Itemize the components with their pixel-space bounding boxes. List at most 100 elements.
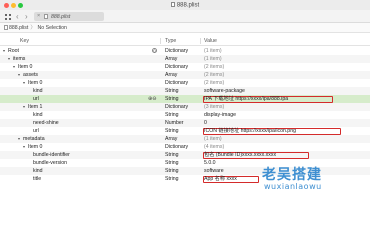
row-value[interactable]: software-package <box>204 87 245 95</box>
table-row[interactable]: ▾ Item 0 Dictionary (4 items) <box>0 143 370 151</box>
table-row[interactable]: ▾ Item 0 Dictionary (2 items) <box>0 63 370 71</box>
header-value[interactable]: Value <box>204 36 217 46</box>
row-value[interactable]: software <box>204 167 224 175</box>
breadcrumb: 888.plist 〉 No Selection <box>0 23 370 33</box>
grid-view-icon[interactable] <box>5 14 11 20</box>
title-bar: 888.plist <box>0 0 370 10</box>
row-value: (1 item) <box>204 48 222 54</box>
watermark: 老吴搭建 wuxianlaowu <box>262 164 360 194</box>
breadcrumb-file[interactable]: 888.plist <box>9 25 28 31</box>
disclosure-down-icon[interactable]: ▾ <box>3 47 5 55</box>
watermark-subtitle: wuxianlaowu <box>264 182 322 191</box>
row-key: items <box>13 56 26 62</box>
window-title: 888.plist <box>0 2 370 9</box>
plist-file-icon <box>4 25 8 30</box>
row-type[interactable]: String <box>165 127 179 135</box>
back-chevron-icon[interactable]: ‹ <box>16 12 19 21</box>
row-type[interactable]: Dictionary <box>165 143 188 151</box>
tab-label: 888.plist <box>51 14 71 20</box>
row-add-remove-icons[interactable]: ⊕⊖ <box>148 95 156 103</box>
row-type[interactable]: String <box>165 151 179 159</box>
tab-close-icon[interactable]: × <box>37 13 40 19</box>
row-type[interactable]: String <box>165 167 179 175</box>
row-type[interactable]: Dictionary <box>165 63 188 71</box>
row-type[interactable]: String <box>165 159 179 167</box>
table-row[interactable]: url String ICON 链接地址 https://xxxx/ipa/ic… <box>0 127 370 135</box>
row-key: url <box>33 128 39 134</box>
table-row[interactable]: kind String display-image <box>0 111 370 119</box>
row-value: (2 items) <box>204 64 225 70</box>
disclosure-down-icon[interactable]: ▾ <box>18 71 20 79</box>
row-key: Item 0 <box>28 144 43 150</box>
row-key: kind <box>33 88 43 94</box>
row-stepper-icon[interactable]: ◇ <box>152 48 157 53</box>
row-type[interactable]: Array <box>165 55 177 63</box>
row-type[interactable]: Dictionary <box>165 103 188 111</box>
breadcrumb-separator: 〉 <box>30 25 36 31</box>
forward-chevron-icon[interactable]: › <box>25 12 28 21</box>
disclosure-down-icon[interactable]: ▾ <box>18 135 20 143</box>
row-value[interactable]: 5.0.0 <box>204 159 216 167</box>
row-value[interactable]: 包名 (Bundle ID)xxxx.xxxx.xxxx <box>204 151 276 159</box>
row-key: bundle-version <box>33 160 68 166</box>
row-type[interactable]: Array <box>165 135 177 143</box>
row-key: title <box>33 176 42 182</box>
table-row[interactable]: ▾ items Array (1 item) <box>0 55 370 63</box>
remove-row-icon[interactable]: ⊖ <box>152 96 156 102</box>
row-key: Item 0 <box>18 64 33 70</box>
table-row[interactable]: ▾ Root ◇ Dictionary (1 item) <box>0 47 370 55</box>
breadcrumb-selection[interactable]: No Selection <box>38 25 67 31</box>
row-value: (2 items) <box>204 80 225 86</box>
row-type[interactable]: String <box>165 87 179 95</box>
row-type[interactable]: Array <box>165 71 177 79</box>
table-row[interactable]: kind String software-package <box>0 87 370 95</box>
row-key: Item 1 <box>28 104 43 110</box>
row-key: Item 0 <box>28 80 43 86</box>
column-divider[interactable] <box>200 38 201 44</box>
row-type[interactable]: String <box>165 111 179 119</box>
disclosure-down-icon[interactable]: ▾ <box>23 103 25 111</box>
table-row-selected[interactable]: url ⊕⊖ String IPA 下载地址 https://xxxx/ipa/… <box>0 95 370 103</box>
table-row[interactable]: ▾ metadata Array (1 item) <box>0 135 370 143</box>
row-key: kind <box>33 112 43 118</box>
table-row[interactable]: ▾ Item 0 Dictionary (2 items) <box>0 79 370 87</box>
row-key: bundle-identifier <box>33 152 70 158</box>
row-type[interactable]: Dictionary <box>165 47 188 55</box>
column-header: Key Type Value <box>0 36 370 46</box>
row-value: (1 item) <box>204 56 222 62</box>
table-row[interactable]: need-shine Number 0 <box>0 119 370 127</box>
tab-888-plist[interactable]: × 888.plist <box>34 12 104 21</box>
column-divider[interactable] <box>160 38 161 44</box>
row-type[interactable]: String <box>165 175 179 183</box>
row-type[interactable]: Dictionary <box>165 79 188 87</box>
row-value: (2 items) <box>204 72 225 78</box>
row-value[interactable]: ICON 链接地址 https://xxxx/ipa/icon.png <box>204 127 296 135</box>
row-key: kind <box>33 168 43 174</box>
table-row[interactable]: ▾ assets Array (2 items) <box>0 71 370 79</box>
disclosure-down-icon[interactable]: ▾ <box>13 63 15 71</box>
row-value: (1 item) <box>204 136 222 142</box>
row-type[interactable]: String <box>165 95 179 103</box>
table-row[interactable]: bundle-identifier String 包名 (Bundle ID)x… <box>0 151 370 159</box>
table-row[interactable]: ▾ Item 1 Dictionary (3 items) <box>0 103 370 111</box>
tab-bar: ‹ › × 888.plist <box>0 10 370 23</box>
row-value[interactable]: IPA 下载地址 https://xxxx/ipa/888.ipa <box>204 95 288 103</box>
watermark-title: 老吴搭建 <box>262 167 322 183</box>
row-value: (3 items) <box>204 104 225 110</box>
disclosure-down-icon[interactable]: ▾ <box>8 55 10 63</box>
row-value[interactable]: display-image <box>204 111 236 119</box>
row-key: assets <box>23 72 38 78</box>
row-key: need-shine <box>33 120 59 126</box>
header-type[interactable]: Type <box>165 36 176 46</box>
row-type[interactable]: Number <box>165 119 183 127</box>
row-value[interactable]: 0 <box>204 119 207 127</box>
row-key: metadata <box>23 136 45 142</box>
row-key: url <box>33 96 39 102</box>
row-value[interactable]: App 名称 xxxx <box>204 175 237 183</box>
plist-file-icon <box>44 14 48 19</box>
header-key[interactable]: Key <box>20 36 29 46</box>
disclosure-down-icon[interactable]: ▾ <box>23 143 25 151</box>
row-key: Root <box>8 48 19 54</box>
disclosure-down-icon[interactable]: ▾ <box>23 79 25 87</box>
row-value: (4 items) <box>204 144 225 150</box>
